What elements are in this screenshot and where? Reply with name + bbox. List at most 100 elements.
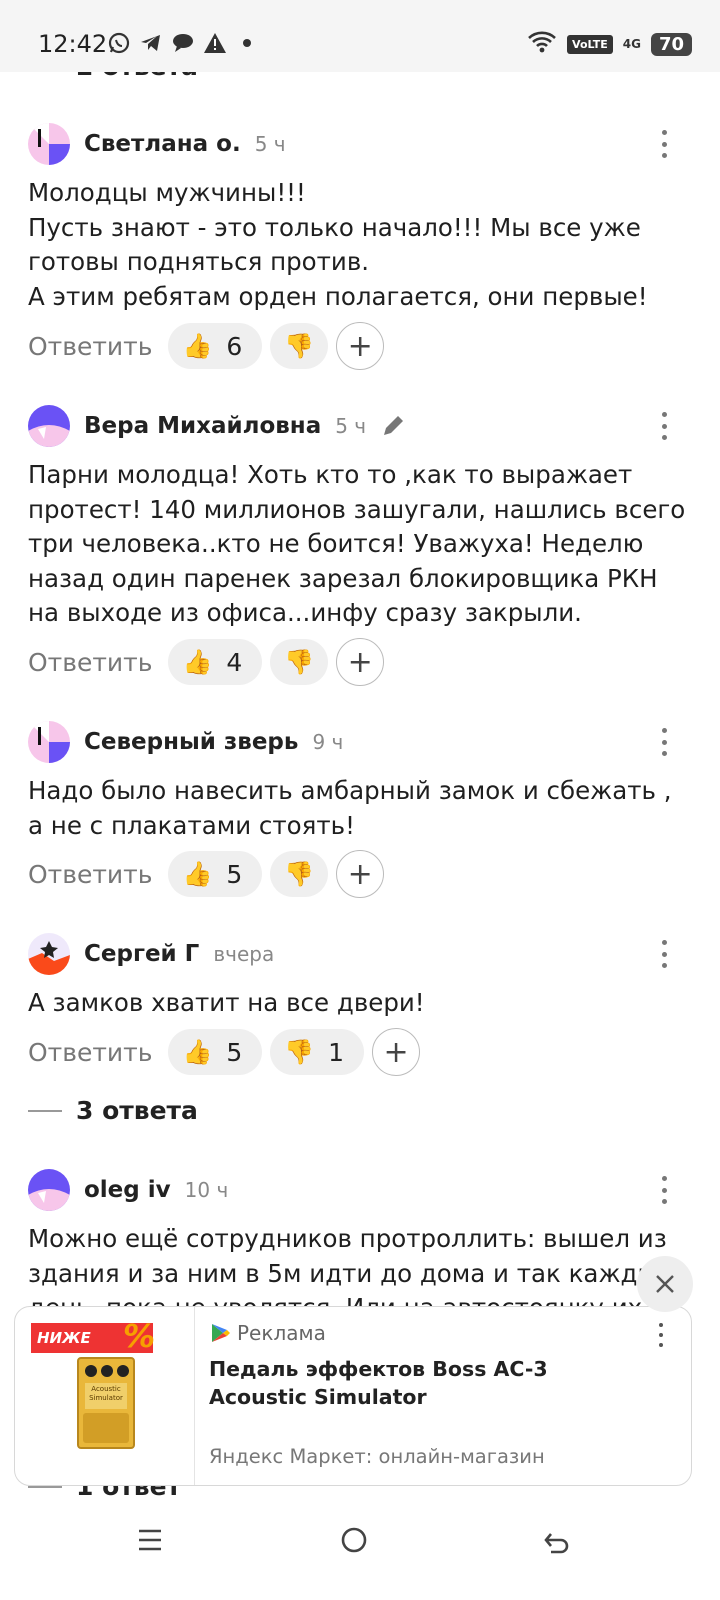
add-reaction-button[interactable]: + (336, 638, 385, 686)
comment-author[interactable]: Вера Михайловна (84, 413, 321, 439)
dislike-button[interactable]: 👎 (270, 323, 329, 369)
battery-indicator: 70 (650, 32, 692, 56)
network-indicator: 4G (622, 36, 641, 51)
more-options-icon[interactable] (652, 130, 676, 158)
comment-header: Вера Михайловна 5 ч (28, 404, 406, 448)
ad-label-text: Реклама (237, 1321, 326, 1345)
telegram-icon (138, 30, 164, 56)
replies-count: 3 ответа (76, 1096, 198, 1125)
reply-button[interactable]: Ответить (28, 1038, 152, 1067)
percent-badge: % (123, 1317, 156, 1355)
comment-time: 9 ч (312, 730, 344, 754)
ad-title[interactable]: Педаль эффектов Boss AC-3 Acoustic Simul… (209, 1355, 649, 1411)
like-count: 5 (226, 859, 243, 889)
dislike-button[interactable]: 👎 (270, 851, 329, 897)
pencil-icon (380, 413, 406, 439)
comment-time: 5 ч (254, 132, 286, 156)
comment-author[interactable]: Сергей Г (84, 941, 199, 967)
dislike-button[interactable]: 👎 (270, 639, 329, 685)
comment-author[interactable]: Северный зверь (84, 729, 298, 755)
more-options-icon[interactable] (652, 940, 676, 968)
avatar[interactable] (28, 405, 70, 447)
notification-icons (106, 30, 260, 56)
comment-text: Молодцы мужчины!!! Пусть знают - это тол… (28, 178, 648, 311)
avatar[interactable] (28, 123, 70, 165)
thumbs-up-icon: 👍 (182, 332, 213, 360)
comment-author[interactable]: Светлана о. (84, 131, 241, 157)
more-options-icon[interactable] (652, 728, 676, 756)
comment: Сергей Г вчера А замков хватит на все дв… (0, 932, 720, 1082)
comment-text: Парни молодца! Хоть кто то ,как то выраж… (28, 460, 686, 627)
add-reaction-button[interactable]: + (336, 850, 385, 898)
comment-actions: Ответить 👍 5 👎 1 + (28, 1028, 421, 1076)
comment: Светлана о. 5 ч Молодцы мужчины!!! Пусть… (0, 122, 720, 382)
thumbs-down-icon: 👎 (284, 332, 315, 360)
like-button[interactable]: 👍 6 (168, 323, 263, 369)
like-count: 6 (226, 331, 243, 361)
warning-icon (202, 30, 228, 56)
comment-time: вчера (213, 942, 275, 966)
comment-header: Светлана о. 5 ч (28, 122, 286, 166)
comment-time: 5 ч (335, 414, 367, 438)
status-bar: 12:42 VoLTE 4G 70 (0, 0, 720, 72)
ad-more-options-icon[interactable] (651, 1323, 671, 1347)
dislike-count: 1 (328, 1037, 345, 1067)
like-count: 4 (226, 647, 243, 677)
volte-badge: VoLTE (567, 34, 613, 54)
reply-button[interactable]: Ответить (28, 648, 152, 677)
add-reaction-button[interactable]: + (372, 1028, 421, 1076)
whatsapp-icon (106, 30, 132, 56)
thumbs-up-icon: 👍 (182, 1038, 213, 1066)
ad-card[interactable]: НИЖЕ РЫНКА % Acoustic Simulator Реклама … (14, 1306, 692, 1486)
chat-icon (170, 30, 196, 56)
home-icon[interactable] (334, 1520, 374, 1560)
comment-actions: Ответить 👍 6 👎 + (28, 322, 385, 370)
comment-author[interactable]: oleg iv (84, 1177, 171, 1203)
avatar[interactable] (28, 721, 70, 763)
more-options-icon[interactable] (652, 1176, 676, 1204)
comment: oleg iv 10 ч Можно ещё сотрудников протр… (0, 1168, 720, 1308)
avatar[interactable] (28, 1169, 70, 1211)
like-button[interactable]: 👍 5 (168, 851, 263, 897)
ad-label: Реклама (209, 1321, 326, 1345)
avatar[interactable] (28, 933, 70, 975)
like-button[interactable]: 👍 4 (168, 639, 263, 685)
comment-actions: Ответить 👍 5 👎 + (28, 850, 385, 898)
reply-button[interactable]: Ответить (28, 332, 152, 361)
pedal-label: Acoustic Simulator (85, 1383, 127, 1409)
thumbs-down-icon: 👎 (284, 860, 315, 888)
like-count: 5 (226, 1037, 243, 1067)
comment-text: Надо было навесить амбарный замок и сбеж… (28, 776, 672, 840)
close-icon (656, 1275, 674, 1293)
replies-toggle[interactable]: 3 ответа (28, 1096, 198, 1125)
google-play-icon (209, 1322, 231, 1344)
dot-icon (234, 30, 260, 56)
dislike-button[interactable]: 👎 1 (270, 1029, 365, 1075)
ad-source: Яндекс Маркет: онлайн-магазин (209, 1445, 545, 1468)
thumbs-down-icon: 👎 (284, 1038, 315, 1066)
more-options-icon[interactable] (652, 412, 676, 440)
like-button[interactable]: 👍 5 (168, 1029, 263, 1075)
status-right: VoLTE 4G 70 (527, 30, 692, 58)
reply-button[interactable]: Ответить (28, 860, 152, 889)
comment: Вера Михайловна 5 ч Парни молодца! Хоть … (0, 404, 720, 694)
add-reaction-button[interactable]: + (336, 322, 385, 370)
thumbs-up-icon: 👍 (182, 648, 213, 676)
menu-icon[interactable] (130, 1520, 170, 1560)
comment-actions: Ответить 👍 4 👎 + (28, 638, 385, 686)
thumbs-down-icon: 👎 (284, 648, 315, 676)
comment: Северный зверь 9 ч Надо было навесить ам… (0, 720, 720, 910)
comment-text: Можно ещё сотрудников протроллить: вышел… (28, 1224, 673, 1308)
back-icon[interactable] (536, 1520, 576, 1560)
divider (28, 1109, 62, 1112)
ad-close-button[interactable] (637, 1256, 693, 1312)
ad-image[interactable]: НИЖЕ РЫНКА % Acoustic Simulator (15, 1307, 195, 1485)
comment-header: oleg iv 10 ч (28, 1168, 228, 1212)
comment-time: 10 ч (184, 1178, 229, 1202)
pedal-image: Acoustic Simulator (77, 1357, 135, 1449)
thumbs-up-icon: 👍 (182, 860, 213, 888)
wifi-icon (527, 30, 557, 58)
navigation-bar (0, 1500, 720, 1600)
comment-header: Сергей Г вчера (28, 932, 274, 976)
status-time: 12:42 (38, 30, 108, 58)
